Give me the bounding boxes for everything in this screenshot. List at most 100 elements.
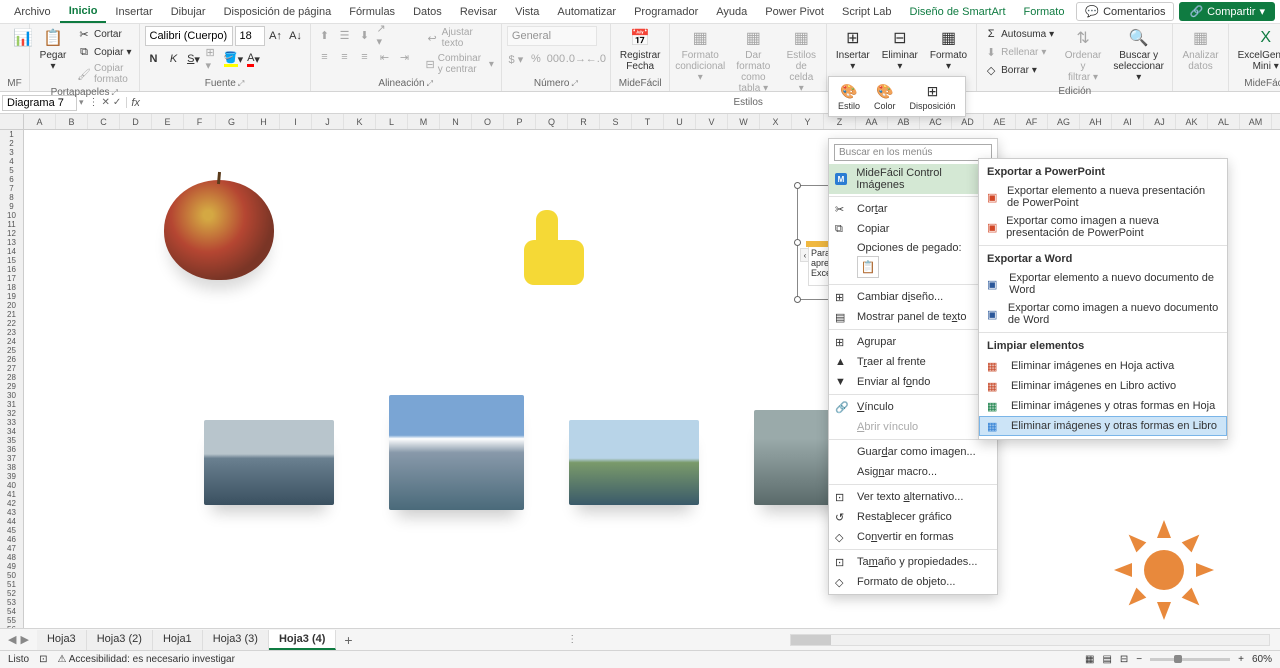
- sheet-nav-prev[interactable]: ◀: [8, 633, 16, 646]
- select-all-button[interactable]: [0, 114, 24, 129]
- insert-cells-button[interactable]: ⊞Insertar▾: [832, 26, 874, 74]
- increase-indent-button[interactable]: ⇥: [396, 48, 414, 66]
- row-header[interactable]: 20: [0, 301, 23, 310]
- view-page-button[interactable]: ▤: [1102, 654, 1111, 665]
- column-header[interactable]: AE: [984, 114, 1016, 129]
- menu-search-input[interactable]: Buscar en los menús: [834, 144, 992, 161]
- sub-delete-shapes-sheet[interactable]: ▦Eliminar imágenes y otras formas en Hoj…: [979, 396, 1227, 416]
- tab-scriptlab[interactable]: Script Lab: [833, 2, 901, 22]
- row-header[interactable]: 51: [0, 580, 23, 589]
- underline-button[interactable]: S ▾: [185, 50, 203, 68]
- column-header[interactable]: A: [24, 114, 56, 129]
- ctx-midefacil-images[interactable]: MMideFácil Control Imágenes▸: [829, 164, 997, 194]
- column-header[interactable]: T: [632, 114, 664, 129]
- row-header[interactable]: 24: [0, 337, 23, 346]
- ctx-alt-text[interactable]: ⊡Ver texto alternativo...: [829, 487, 997, 507]
- landscape-image-1[interactable]: [204, 420, 334, 505]
- ctx-change-layout[interactable]: ⊞Cambiar diseño...: [829, 287, 997, 307]
- column-header[interactable]: R: [568, 114, 600, 129]
- sheet-tab[interactable]: Hoja3: [37, 630, 87, 650]
- clear-button[interactable]: ◇Borrar ▾: [982, 62, 1056, 78]
- row-header[interactable]: 47: [0, 544, 23, 553]
- ctx-size-properties[interactable]: ⊡Tamaño y propiedades...: [829, 552, 997, 572]
- bold-button[interactable]: N: [145, 50, 163, 68]
- ctx-copy[interactable]: ⧉Copiar: [829, 219, 997, 239]
- view-normal-button[interactable]: ▦: [1085, 654, 1094, 665]
- cut-button[interactable]: ✂Cortar: [75, 26, 134, 42]
- row-header[interactable]: 6: [0, 175, 23, 184]
- column-header[interactable]: AJ: [1144, 114, 1176, 129]
- sheet-tab[interactable]: Hoja3 (3): [203, 630, 269, 650]
- zoom-in-button[interactable]: +: [1238, 654, 1244, 665]
- thousands-button[interactable]: 000: [547, 50, 565, 68]
- row-header[interactable]: 17: [0, 274, 23, 283]
- row-header[interactable]: 30: [0, 391, 23, 400]
- column-header[interactable]: AL: [1208, 114, 1240, 129]
- ctx-assign-macro[interactable]: Asignar macro...: [829, 462, 997, 482]
- column-header[interactable]: W: [728, 114, 760, 129]
- ctx-show-text-panel[interactable]: ▤Mostrar panel de texto: [829, 307, 997, 327]
- row-header[interactable]: 18: [0, 283, 23, 292]
- tab-revisar[interactable]: Revisar: [451, 2, 506, 22]
- decrease-decimal-button[interactable]: ←.0: [587, 50, 605, 68]
- row-header[interactable]: 42: [0, 499, 23, 508]
- delete-cells-button[interactable]: ⊟Eliminar▾: [878, 26, 922, 74]
- row-header[interactable]: 4: [0, 157, 23, 166]
- sub-export-image-word[interactable]: ▣Exportar como imagen a nuevo documento …: [979, 299, 1227, 329]
- accessibility-status[interactable]: ⚠ Accesibilidad: es necesario investigar: [58, 654, 235, 665]
- column-header[interactable]: L: [376, 114, 408, 129]
- row-header[interactable]: 55: [0, 616, 23, 625]
- row-header[interactable]: 35: [0, 436, 23, 445]
- row-header[interactable]: 12: [0, 229, 23, 238]
- row-header[interactable]: 22: [0, 319, 23, 328]
- merge-button[interactable]: ⊟Combinar y centrar ▾: [424, 52, 496, 76]
- sheet-tab[interactable]: Hoja3 (2): [87, 630, 153, 650]
- row-header[interactable]: 14: [0, 247, 23, 256]
- column-header[interactable]: K: [344, 114, 376, 129]
- row-header[interactable]: 36: [0, 445, 23, 454]
- clipboard-expand-icon[interactable]: ⤢: [112, 88, 118, 98]
- column-header[interactable]: Y: [792, 114, 824, 129]
- fill-color-button[interactable]: 🪣 ▾: [225, 50, 243, 68]
- orientation-button[interactable]: ↗ ▾: [376, 26, 394, 44]
- row-header[interactable]: 49: [0, 562, 23, 571]
- currency-button[interactable]: $ ▾: [507, 50, 525, 68]
- row-header[interactable]: 50: [0, 571, 23, 580]
- column-header[interactable]: N: [440, 114, 472, 129]
- sub-export-element-ppt[interactable]: ▣Exportar elemento a nueva presentación …: [979, 182, 1227, 212]
- macro-record-icon[interactable]: ⊡: [39, 654, 47, 665]
- row-header[interactable]: 44: [0, 517, 23, 526]
- tab-smartart-design[interactable]: Diseño de SmartArt: [901, 2, 1015, 22]
- copy-button[interactable]: ⧉Copiar ▾: [75, 44, 134, 60]
- align-top-button[interactable]: ⬆: [316, 26, 334, 44]
- borders-button[interactable]: ⊞ ▾: [205, 50, 223, 68]
- column-header[interactable]: U: [664, 114, 696, 129]
- font-expand-icon[interactable]: ⤢: [238, 79, 244, 89]
- paste-button[interactable]: 📋Pegar ▾: [35, 26, 71, 74]
- ctx-link[interactable]: 🔗Vínculo▸: [829, 397, 997, 417]
- column-header[interactable]: AG: [1048, 114, 1080, 129]
- font-name-input[interactable]: [145, 26, 233, 46]
- column-header[interactable]: AI: [1112, 114, 1144, 129]
- align-middle-button[interactable]: ☰: [336, 26, 354, 44]
- row-header[interactable]: 52: [0, 589, 23, 598]
- column-header[interactable]: X: [760, 114, 792, 129]
- landscape-image-3[interactable]: [569, 420, 699, 505]
- row-header[interactable]: 16: [0, 265, 23, 274]
- ctx-convert-shapes[interactable]: ◇Convertir en formas: [829, 527, 997, 547]
- column-header[interactable]: J: [312, 114, 344, 129]
- tab-archivo[interactable]: Archivo: [5, 2, 60, 22]
- find-select-button[interactable]: 🔍Buscar yseleccionar ▾: [1110, 26, 1168, 85]
- view-break-button[interactable]: ⊟: [1120, 654, 1128, 665]
- row-header[interactable]: 1: [0, 130, 23, 139]
- tab-datos[interactable]: Datos: [404, 2, 451, 22]
- tab-insertar[interactable]: Insertar: [106, 2, 161, 22]
- column-header[interactable]: Q: [536, 114, 568, 129]
- zoom-slider[interactable]: [1150, 658, 1230, 661]
- column-header[interactable]: O: [472, 114, 504, 129]
- registrar-fecha-button[interactable]: 📅RegistrarFecha: [616, 26, 665, 74]
- column-header[interactable]: P: [504, 114, 536, 129]
- row-header[interactable]: 53: [0, 598, 23, 607]
- tab-formulas[interactable]: Fórmulas: [340, 2, 404, 22]
- share-button[interactable]: 🔗 Compartir ▾: [1179, 2, 1275, 21]
